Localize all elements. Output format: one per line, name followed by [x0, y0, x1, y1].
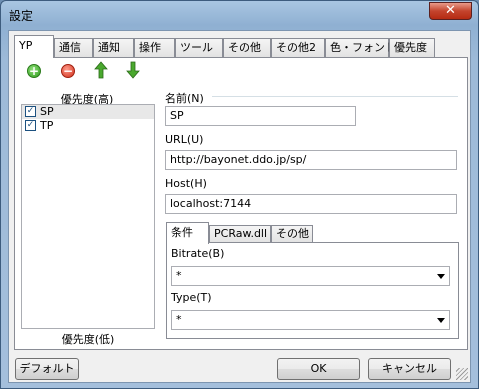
remove-icon[interactable]: − — [61, 64, 75, 78]
bitrate-value: * — [176, 269, 182, 282]
close-button[interactable]: ✕ — [429, 2, 472, 20]
cancel-button[interactable]: キャンセル — [368, 358, 451, 380]
group-divider — [212, 96, 458, 97]
priority-low-label: 優先度(低) — [61, 333, 115, 346]
dialog-client-area: YP 通信 通知 操作 ツール その他 その他2 色・フォント 優先度 + − … — [8, 30, 471, 383]
tab-notification[interactable]: 通知 — [93, 38, 134, 57]
url-label: URL(U) — [165, 133, 204, 146]
name-label: 名前(N) — [165, 92, 204, 105]
type-select[interactable]: * — [171, 310, 450, 330]
yp-list[interactable]: ✓ SP ✓ TP — [21, 104, 155, 329]
tab-tools[interactable]: ツール — [175, 38, 223, 57]
type-label: Type(T) — [171, 291, 212, 304]
checkbox[interactable]: ✓ — [25, 106, 36, 117]
add-icon[interactable]: + — [27, 64, 41, 78]
list-item-label: SP — [40, 105, 54, 118]
checkbox[interactable]: ✓ — [25, 120, 36, 131]
settings-window: 設定 ✕ YP 通信 通知 操作 ツール その他 その他2 色・フォント 優先度… — [0, 0, 479, 389]
tab-conditions[interactable]: 条件 — [166, 222, 209, 244]
tab-other2[interactable]: その他2 — [271, 38, 325, 57]
tab-priority[interactable]: 優先度 — [389, 38, 435, 57]
down-arrow-icon[interactable] — [126, 61, 140, 79]
list-item[interactable]: ✓ SP — [22, 105, 154, 119]
tab-inner-other[interactable]: その他 — [271, 225, 313, 243]
default-button[interactable]: デフォルト — [15, 358, 79, 380]
list-item-label: TP — [40, 119, 54, 132]
ok-button[interactable]: OK — [277, 358, 360, 380]
tab-communication[interactable]: 通信 — [54, 38, 93, 57]
tab-yp[interactable]: YP — [14, 35, 54, 58]
resize-grip-icon[interactable] — [456, 368, 468, 380]
chevron-down-icon[interactable] — [437, 318, 445, 323]
bitrate-select[interactable]: * — [171, 266, 450, 286]
list-item[interactable]: ✓ TP — [22, 119, 154, 133]
tab-other[interactable]: その他 — [223, 38, 271, 57]
tab-color-font[interactable]: 色・フォント — [325, 38, 396, 57]
chevron-down-icon[interactable] — [437, 274, 445, 279]
tab-pcraw-dll[interactable]: PCRaw.dll — [209, 225, 271, 243]
bitrate-label: Bitrate(B) — [171, 247, 225, 260]
tab-operation[interactable]: 操作 — [134, 38, 175, 57]
url-field[interactable]: http://bayonet.ddo.jp/sp/ — [165, 150, 457, 170]
host-field[interactable]: localhost:7144 — [165, 194, 457, 214]
title-bar[interactable]: 設定 ✕ — [1, 1, 478, 29]
host-label: Host(H) — [165, 177, 207, 190]
type-value: * — [176, 313, 182, 326]
up-arrow-icon[interactable] — [94, 61, 108, 79]
window-title: 設定 — [9, 9, 34, 23]
name-field[interactable]: SP — [165, 106, 356, 126]
